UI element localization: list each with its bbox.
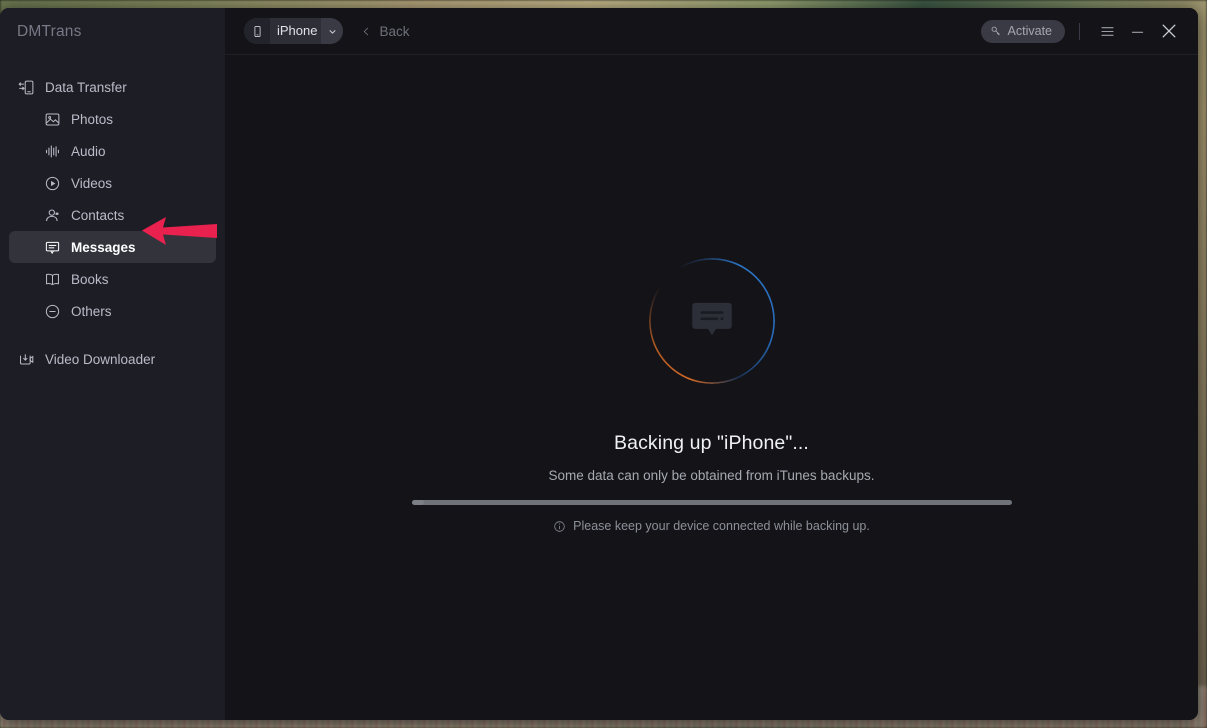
- chevron-left-icon: [361, 26, 372, 37]
- sidebar-item-data-transfer[interactable]: Data Transfer: [9, 71, 216, 103]
- sidebar-item-label: Messages: [71, 239, 136, 255]
- connection-hint: Please keep your device connected while …: [553, 519, 870, 533]
- phone-icon: [244, 18, 270, 44]
- backup-status-block: Backing up "iPhone"... Some data can onl…: [225, 258, 1198, 533]
- titlebar: iPhone Back Activate: [225, 8, 1198, 55]
- activate-button[interactable]: Activate: [980, 19, 1065, 43]
- sidebar-divider-gap: [0, 327, 225, 343]
- sidebar-item-videos[interactable]: Videos: [9, 167, 216, 199]
- status-subtitle: Some data can only be obtained from iTun…: [548, 468, 875, 483]
- sidebar-item-label: Data Transfer: [45, 79, 127, 95]
- audio-wave-icon: [43, 142, 61, 160]
- sidebar-nav: Data Transfer Photos Audio Videos Contac…: [0, 71, 225, 375]
- sidebar-item-photos[interactable]: Photos: [9, 103, 216, 135]
- message-bubble-icon: [43, 238, 61, 256]
- connection-hint-label: Please keep your device connected while …: [573, 519, 870, 533]
- sidebar-item-video-downloader[interactable]: Video Downloader: [9, 343, 216, 375]
- titlebar-divider: [1079, 22, 1080, 40]
- main-pane: iPhone Back Activate Backing up "iPhone"…: [225, 8, 1198, 720]
- key-icon: [990, 25, 1002, 37]
- sidebar-item-label: Videos: [71, 175, 113, 191]
- device-name-label: iPhone: [277, 23, 318, 38]
- info-icon: [553, 520, 566, 533]
- sidebar-item-label: Others: [71, 303, 112, 319]
- hamburger-menu-icon[interactable]: [1092, 16, 1122, 46]
- play-circle-icon: [43, 174, 61, 192]
- sidebar-item-label: Photos: [71, 111, 114, 127]
- app-brand-title: DMTrans: [17, 23, 82, 40]
- device-selector[interactable]: iPhone: [244, 18, 344, 44]
- sidebar-item-contacts[interactable]: Contacts: [9, 199, 216, 231]
- sidebar: DMTrans Data Transfer Photos Audio Video…: [0, 8, 225, 720]
- sidebar-item-books[interactable]: Books: [9, 263, 216, 295]
- back-button[interactable]: Back: [361, 23, 410, 39]
- book-icon: [43, 270, 61, 288]
- backup-progress-bar[interactable]: [411, 500, 1012, 505]
- sidebar-item-label: Audio: [71, 143, 106, 159]
- video-download-icon: [17, 350, 35, 368]
- sidebar-item-audio[interactable]: Audio: [9, 135, 216, 167]
- backup-progress-fill: [411, 500, 424, 505]
- chevron-down-icon[interactable]: [321, 18, 344, 44]
- minimize-icon[interactable]: [1122, 16, 1152, 46]
- content-area: Backing up "iPhone"... Some data can onl…: [225, 55, 1198, 720]
- sidebar-item-others[interactable]: Others: [9, 295, 216, 327]
- phone-transfer-icon: [17, 78, 35, 96]
- photo-icon: [43, 110, 61, 128]
- circle-minus-icon: [43, 302, 61, 320]
- activate-button-label: Activate: [1007, 24, 1052, 38]
- contact-person-icon: [43, 206, 61, 224]
- sidebar-item-messages[interactable]: Messages: [9, 231, 216, 263]
- application-window: DMTrans Data Transfer Photos Audio Video…: [0, 8, 1198, 720]
- sidebar-item-label: Video Downloader: [45, 351, 156, 367]
- sidebar-item-label: Books: [71, 271, 109, 287]
- sidebar-item-label: Contacts: [71, 207, 125, 223]
- close-icon[interactable]: [1152, 16, 1186, 46]
- loading-ring-icon: [648, 258, 775, 384]
- back-button-label: Back: [379, 23, 410, 39]
- status-title: Backing up "iPhone"...: [614, 432, 809, 454]
- message-bubble-icon: [687, 294, 737, 349]
